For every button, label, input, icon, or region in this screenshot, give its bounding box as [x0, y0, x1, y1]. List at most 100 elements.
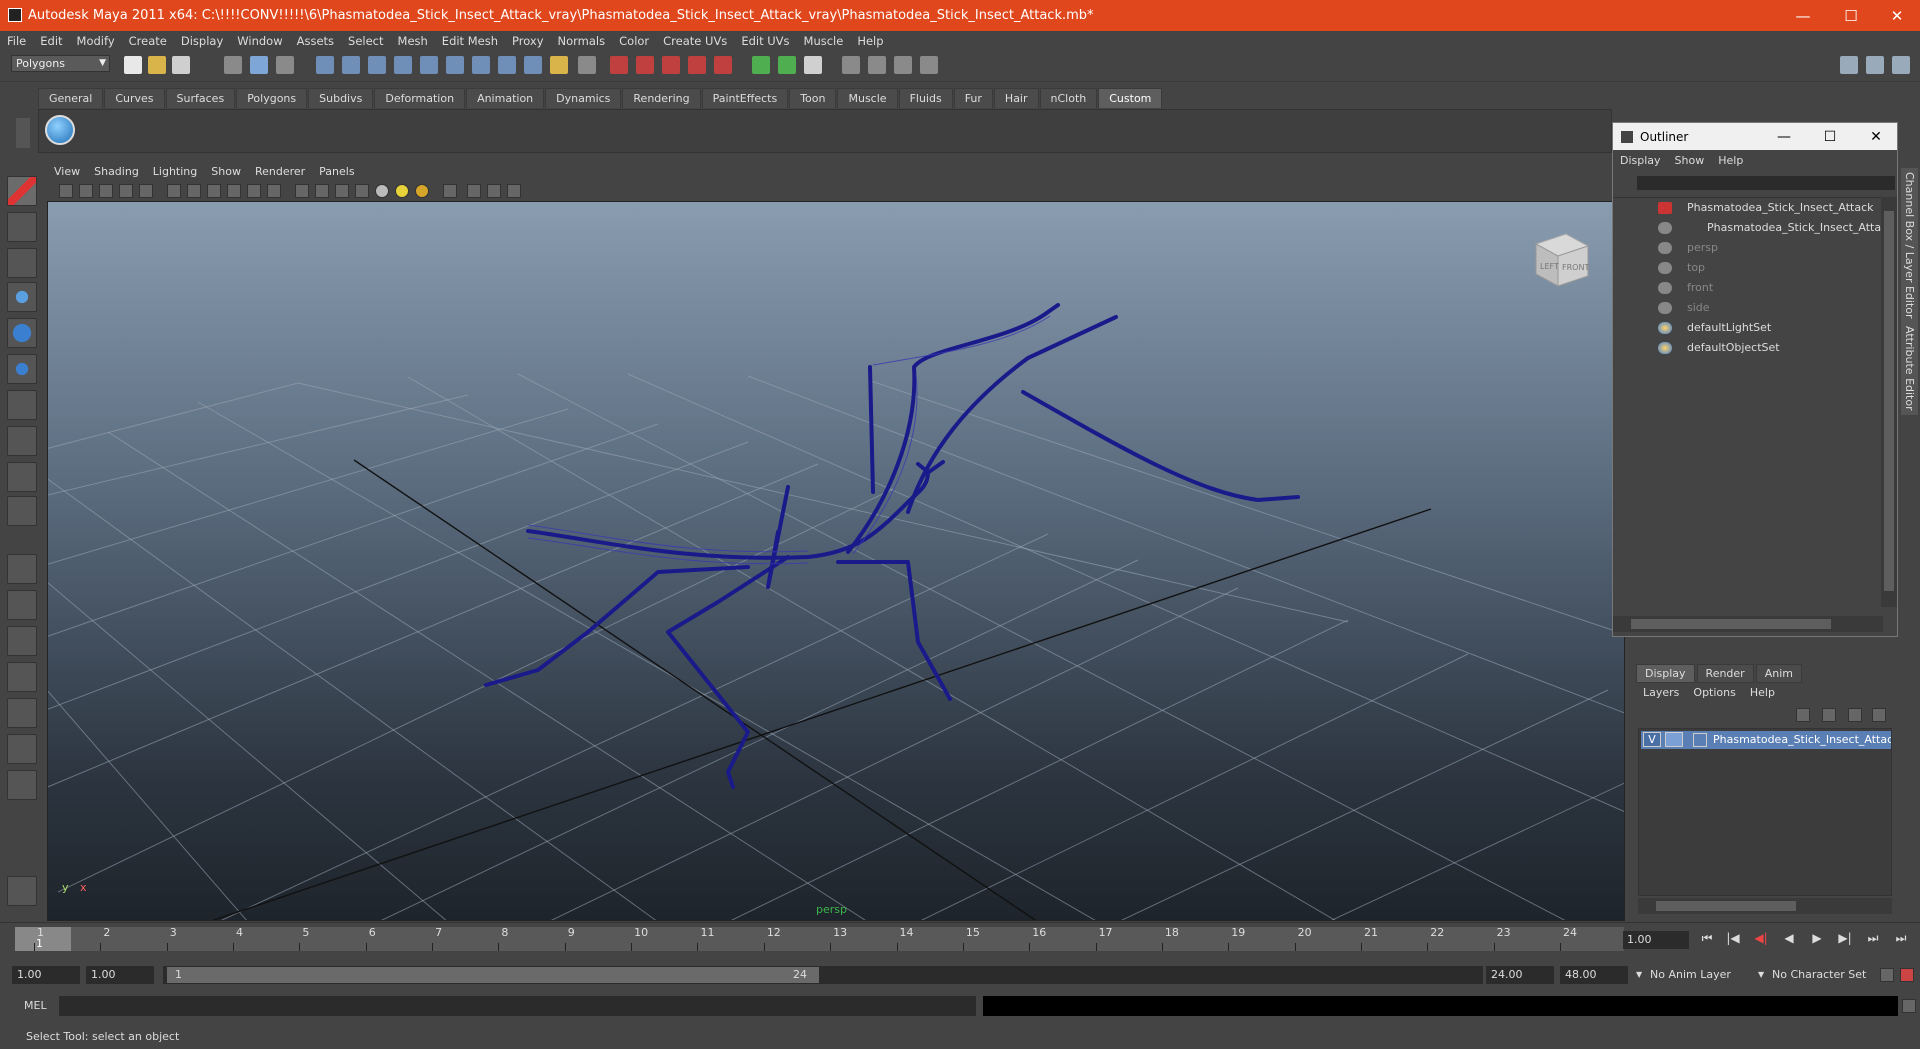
shelf-menu-handle[interactable]	[16, 118, 30, 148]
layout-two-icon[interactable]	[7, 626, 37, 656]
anim-layer-dropdown[interactable]: ▼ No Anim Layer	[1636, 966, 1754, 984]
play-backwards-button[interactable]: ◀	[1778, 931, 1800, 949]
new-layer-icon[interactable]	[1848, 708, 1862, 722]
menu-create[interactable]: Create	[122, 34, 174, 48]
shelf-tab-curves[interactable]: Curves	[104, 88, 165, 108]
layout-more-icon[interactable]	[7, 770, 37, 800]
menu-window[interactable]: Window	[230, 34, 289, 48]
select-tool-icon[interactable]	[7, 176, 37, 206]
save-scene-icon[interactable]	[172, 56, 190, 74]
pin-icon[interactable]	[714, 56, 732, 74]
select-by-component-icon[interactable]	[276, 56, 294, 74]
current-time-field[interactable]: 1.00	[1623, 931, 1689, 949]
menu-normals[interactable]: Normals	[551, 34, 613, 48]
shelf-tab-fur[interactable]: Fur	[953, 88, 993, 108]
go-to-start-button[interactable]: ⏮	[1696, 931, 1718, 949]
layer-menu-options[interactable]: Options	[1686, 684, 1742, 701]
channel-box-tab[interactable]: Channel Box / Layer Editor	[1901, 168, 1918, 323]
all-lights-icon[interactable]	[395, 184, 409, 198]
outliner-menu-display[interactable]: Display	[1613, 154, 1668, 167]
render-settings-icon[interactable]	[804, 56, 822, 74]
animation-start-field[interactable]: 1.00	[12, 966, 80, 984]
viewcube[interactable]: LEFT FRONT	[1526, 224, 1592, 290]
gate-mask-icon[interactable]	[207, 184, 221, 198]
menu-assets[interactable]: Assets	[290, 34, 341, 48]
layout-single-icon[interactable]	[7, 554, 37, 584]
shelf-tab-surfaces[interactable]: Surfaces	[165, 88, 236, 108]
range-slider-track[interactable]: 1 24	[163, 966, 1483, 984]
panel-menu-view[interactable]: View	[47, 165, 87, 178]
lock-selection-icon[interactable]	[550, 56, 568, 74]
select-by-hierarchy-icon[interactable]	[224, 56, 242, 74]
go-to-end-button[interactable]: ⏭	[1890, 931, 1912, 949]
lasso-tool-icon[interactable]	[7, 212, 37, 242]
minimize-button[interactable]: —	[1780, 0, 1826, 31]
shelf-tab-muscle[interactable]: Muscle	[837, 88, 898, 108]
panel-menu-lighting[interactable]: Lighting	[146, 165, 204, 178]
rotate-tool-icon[interactable]	[7, 318, 37, 348]
outliner-item[interactable]: persp	[1613, 238, 1881, 258]
panel-menu-show[interactable]: Show	[204, 165, 248, 178]
shelf-tab-general[interactable]: General	[38, 88, 104, 108]
outliner-item[interactable]: side	[1613, 298, 1881, 318]
range-slider-thumb[interactable]: 1 24	[167, 967, 819, 983]
outliner-item[interactable]: defaultObjectSet	[1613, 338, 1881, 358]
shelf-tab-subdivs[interactable]: Subdivs	[308, 88, 374, 108]
script-editor-icon[interactable]	[894, 56, 912, 74]
menu-mesh[interactable]: Mesh	[391, 34, 435, 48]
shelf-tab-animation[interactable]: Animation	[466, 88, 545, 108]
auto-key-icon[interactable]	[1880, 968, 1894, 982]
safe-title-icon[interactable]	[267, 184, 281, 198]
step-forward-key-button[interactable]: ⏭	[1862, 931, 1884, 949]
paint-select-tool-icon[interactable]	[7, 248, 37, 278]
default-lighting-icon[interactable]	[375, 184, 389, 198]
menu-proxy[interactable]: Proxy	[505, 34, 551, 48]
last-tool-icon[interactable]	[7, 496, 37, 526]
panel-menu-shading[interactable]: Shading	[87, 165, 146, 178]
shelf-tab-custom[interactable]: Custom	[1098, 88, 1163, 108]
snap-grid-icon[interactable]	[316, 56, 334, 74]
shelf-tab-dynamics[interactable]: Dynamics	[545, 88, 622, 108]
outliner-vscroll-thumb[interactable]	[1884, 211, 1894, 591]
menu-file[interactable]: File	[0, 34, 33, 48]
snap-point-icon[interactable]	[368, 56, 386, 74]
snap-view-plane-icon[interactable]	[394, 56, 412, 74]
show-attribute-editor-icon[interactable]	[1840, 56, 1858, 74]
new-layer-from-selection-icon[interactable]	[1872, 708, 1886, 722]
panel-menu-renderer[interactable]: Renderer	[248, 165, 312, 178]
outliner-maximize-button[interactable]: ☐	[1807, 123, 1853, 150]
ipr-render-icon[interactable]	[778, 56, 796, 74]
xray-icon[interactable]	[467, 184, 481, 198]
highlight-selection-icon[interactable]	[578, 56, 596, 74]
shelf-tab-polygons[interactable]: Polygons	[236, 88, 308, 108]
layer-menu-help[interactable]: Help	[1743, 684, 1782, 701]
shadows-icon[interactable]	[415, 184, 429, 198]
layout-graph-icon[interactable]	[7, 698, 37, 728]
command-language-label[interactable]: MEL	[24, 999, 47, 1012]
layer-tab-render[interactable]: Render	[1696, 664, 1754, 683]
move-tool-icon[interactable]	[7, 282, 37, 312]
step-back-key-button[interactable]: |◀	[1722, 931, 1744, 949]
maximize-button[interactable]: ☐	[1828, 0, 1874, 31]
snap-surface-icon[interactable]	[446, 56, 464, 74]
outliner-item[interactable]: front	[1613, 278, 1881, 298]
menu-edit[interactable]: Edit	[33, 34, 69, 48]
hypershade-icon[interactable]	[842, 56, 860, 74]
layer-type-toggle[interactable]	[1665, 732, 1683, 747]
construction-history-icon[interactable]	[636, 56, 654, 74]
film-gate-icon[interactable]	[167, 184, 181, 198]
outliner-item[interactable]: defaultLightSet	[1613, 318, 1881, 338]
menu-help[interactable]: Help	[850, 34, 890, 48]
universal-manipulator-icon[interactable]	[7, 390, 37, 420]
outliner-item[interactable]: top	[1613, 258, 1881, 278]
animation-end-field[interactable]: 48.00	[1560, 966, 1628, 984]
layout-four-icon[interactable]	[7, 590, 37, 620]
script-editor-button-icon[interactable]	[1902, 999, 1916, 1013]
move-layer-up-icon[interactable]	[1796, 708, 1810, 722]
outliner-item[interactable]: Phasmatodea_Stick_Insect_Attack	[1613, 198, 1881, 218]
close-button[interactable]: ✕	[1874, 0, 1920, 31]
step-forward-frame-button[interactable]: ▶|	[1834, 931, 1856, 949]
layer-menu-layers[interactable]: Layers	[1636, 684, 1686, 701]
layout-outliner-icon[interactable]	[7, 662, 37, 692]
layer-tab-anim[interactable]: Anim	[1755, 664, 1802, 683]
